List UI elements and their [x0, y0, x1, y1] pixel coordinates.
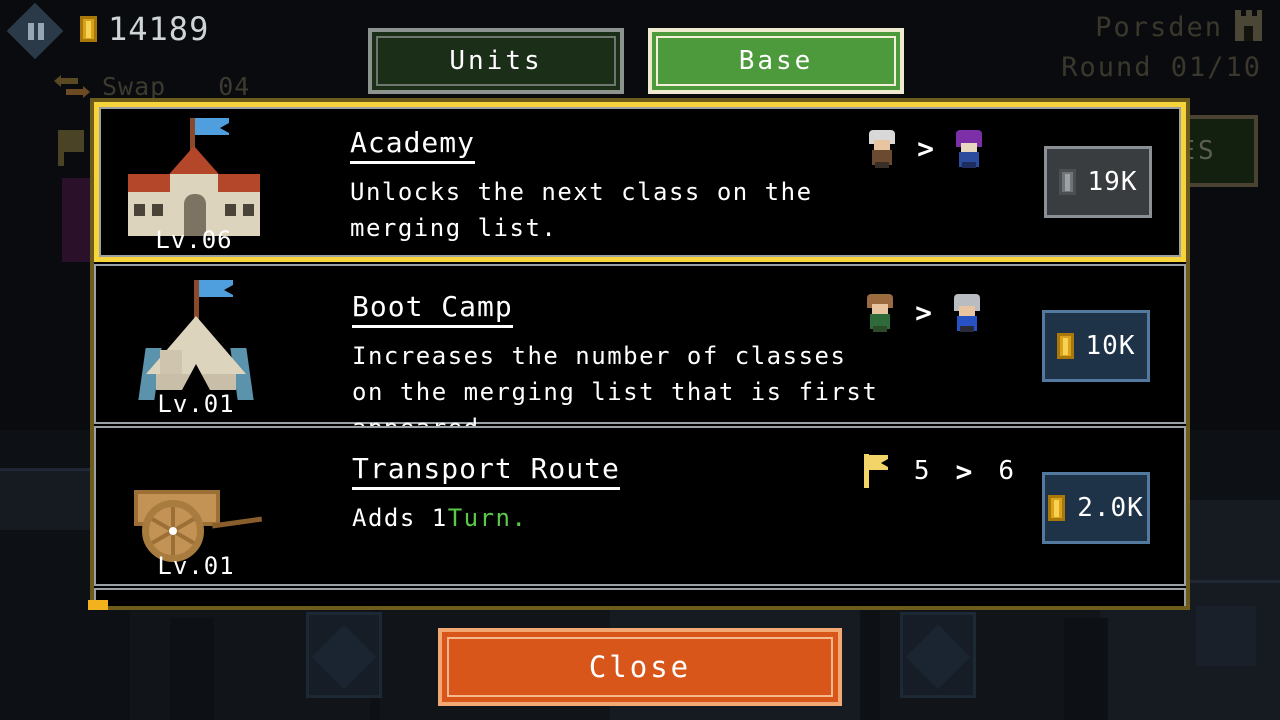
coin-icon: [1048, 495, 1066, 521]
bg-edge: [1180, 580, 1280, 583]
description-value: Turn.: [447, 504, 528, 532]
price-label: 10K: [1085, 331, 1136, 361]
unit-sprite-green-shirt: [863, 292, 897, 332]
purchase-button-transport-route[interactable]: 2.0K: [1042, 472, 1150, 544]
bg-arch-right: [900, 612, 976, 698]
pause-icon-bar: [38, 23, 44, 40]
coin-icon: [1056, 333, 1074, 359]
tab-base[interactable]: Base: [648, 28, 904, 94]
bg-arch-left: [306, 612, 382, 698]
description-prefix: Adds 1: [352, 504, 448, 532]
upgrade-row-next-partial[interactable]: [94, 588, 1186, 606]
price-label: 19K: [1087, 167, 1138, 197]
upgrade-row-academy[interactable]: Lv.06 Academy Unlocks the next class on …: [94, 102, 1186, 262]
effect-arrow: >: [917, 131, 934, 165]
bg-pillar: [1064, 618, 1108, 720]
price-label: 2.0K: [1077, 493, 1144, 523]
swap-count: 04: [218, 72, 251, 101]
upgrade-description: Adds 1Turn.: [352, 500, 884, 536]
upgrade-row-transport-route[interactable]: Lv.01 Transport Route Adds 1Turn. 5 > 6: [94, 426, 1186, 586]
coin-icon: [1058, 169, 1076, 195]
game-screen: 14189 Swap 04 Porsden Round 01/10 Units: [0, 0, 1280, 720]
unit-sprite-white-hair: [865, 128, 899, 168]
scroll-indicator: [88, 600, 108, 610]
flag-icon: [863, 454, 888, 488]
tab-base-label: Base: [738, 46, 814, 76]
upgrade-text: Transport Route Adds 1Turn.: [352, 452, 884, 536]
tab-bar: Units Base: [368, 28, 904, 94]
purchase-button-boot-camp[interactable]: 10K: [1042, 310, 1150, 382]
round-counter: Round 01/10: [1061, 52, 1262, 83]
base-upgrade-panel: Lv.06 Academy Unlocks the next class on …: [90, 98, 1190, 610]
upgrade-row-boot-camp[interactable]: Lv.01 Boot Camp Increases the number of …: [94, 264, 1186, 442]
swap-label: Swap: [102, 72, 167, 101]
upgrade-effect: >: [863, 292, 984, 332]
effect-arrow: >: [915, 295, 932, 329]
gold-counter: 14189: [80, 10, 209, 48]
upgrade-text: Boot Camp Increases the number of classe…: [352, 290, 884, 446]
pause-icon-bar: [28, 23, 34, 40]
purchase-button-academy[interactable]: 19K: [1044, 146, 1152, 218]
level-label: Lv.06: [155, 226, 233, 254]
upgrade-effect: 5 > 6: [863, 454, 1014, 488]
academy-building-icon: Lv.06: [114, 112, 274, 254]
effect-to-value: 6: [998, 456, 1014, 486]
upgrade-effect: >: [865, 128, 986, 168]
close-button-label: Close: [588, 650, 692, 684]
location-round-info: Porsden Round 01/10: [1061, 8, 1262, 88]
location-name: Porsden: [1095, 12, 1223, 43]
pause-icon: [6, 2, 64, 60]
castle-icon: [1235, 9, 1262, 41]
bg-window: [1196, 606, 1256, 666]
unit-sprite-gray-hair-blue: [950, 292, 984, 332]
boot-camp-tent-icon: Lv.01: [116, 276, 276, 418]
level-label: Lv.01: [157, 552, 235, 580]
unit-sprite-purple-turban: [952, 128, 986, 168]
pause-button[interactable]: [6, 2, 64, 60]
upgrade-list: Lv.06 Academy Unlocks the next class on …: [94, 102, 1186, 606]
close-button[interactable]: Close: [438, 628, 842, 706]
upgrade-text: Academy Unlocks the next class on the me…: [350, 126, 886, 246]
coin-icon: [80, 16, 97, 42]
transport-cart-icon: Lv.01: [116, 438, 276, 580]
effect-from-value: 5: [913, 456, 930, 486]
upgrade-name: Transport Route: [352, 452, 620, 490]
swap-counter[interactable]: Swap 04: [54, 72, 251, 101]
upgrade-name: Boot Camp: [352, 290, 513, 328]
upgrade-description: Unlocks the next class on the merging li…: [350, 178, 813, 242]
gold-amount: 14189: [108, 10, 210, 48]
background-flag-icon: [58, 130, 84, 166]
swap-arrows-icon: [54, 74, 90, 98]
round-line: Round 01/10: [1061, 48, 1262, 88]
effect-arrow: >: [955, 454, 973, 488]
bg-pillar: [170, 618, 214, 720]
upgrade-name: Academy: [350, 126, 476, 164]
tab-units[interactable]: Units: [368, 28, 624, 94]
level-label: Lv.01: [157, 390, 235, 418]
tab-units-label: Units: [449, 46, 543, 76]
location-line: Porsden: [1061, 8, 1262, 48]
